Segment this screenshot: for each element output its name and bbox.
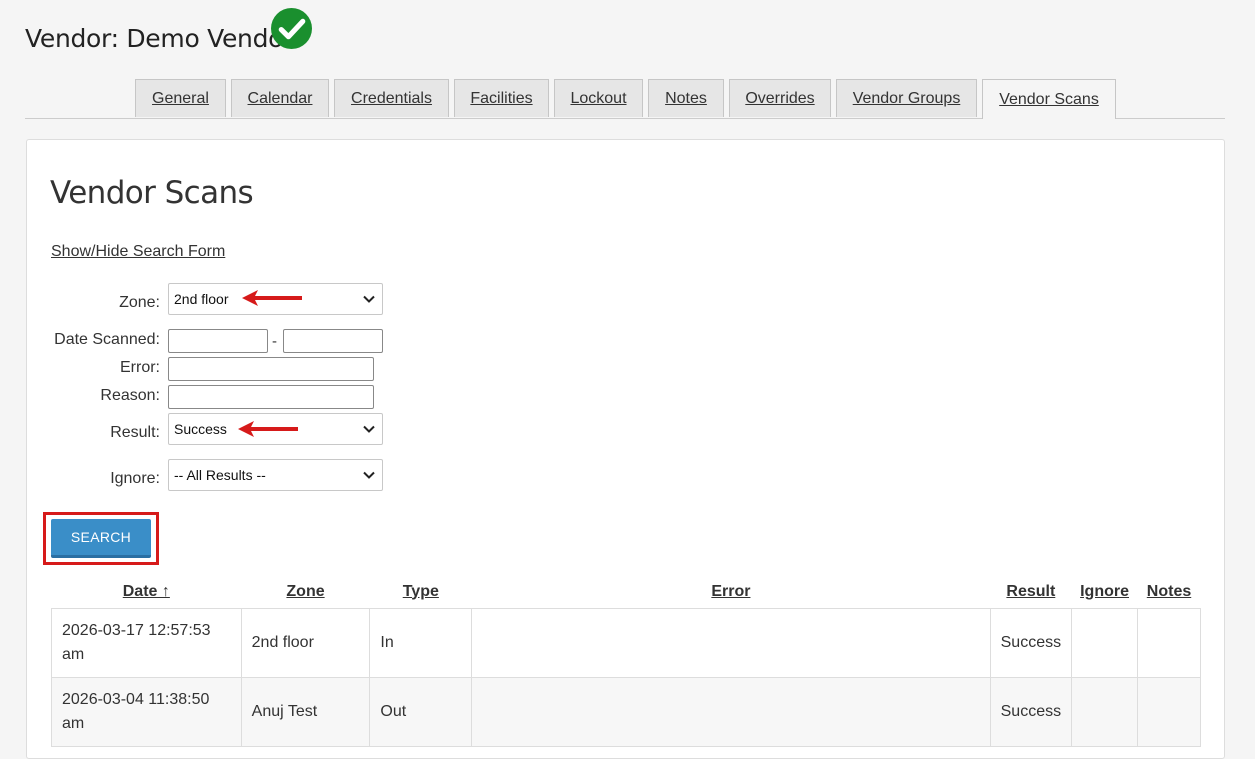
column-header-type[interactable]: Type xyxy=(370,575,472,609)
tab-credentials[interactable]: Credentials xyxy=(334,79,449,117)
chevron-down-icon xyxy=(363,425,375,433)
cell-date: 2026-03-04 11:38:50 am xyxy=(51,677,242,747)
column-header-date[interactable]: Date ↑ xyxy=(52,575,242,609)
zone-select-value: 2nd floor xyxy=(174,291,229,307)
cell-type: Out xyxy=(369,677,473,747)
tab-vendor-groups[interactable]: Vendor Groups xyxy=(836,79,977,117)
date-scanned-label: Date Scanned: xyxy=(54,331,160,348)
cell-zone: 2nd floor xyxy=(240,608,371,678)
cell-error xyxy=(471,608,991,678)
tab-notes[interactable]: Notes xyxy=(648,79,724,117)
result-label: Result: xyxy=(110,424,160,441)
red-arrow-annotation xyxy=(238,421,298,437)
ignore-select-value: -- All Results -- xyxy=(174,467,266,483)
cell-error xyxy=(471,677,991,747)
error-input[interactable] xyxy=(168,357,374,381)
reason-input[interactable] xyxy=(168,385,374,409)
tab-overrides[interactable]: Overrides xyxy=(729,79,831,117)
search-button[interactable]: SEARCH xyxy=(51,519,151,558)
tab-vendor-scans[interactable]: Vendor Scans xyxy=(982,79,1116,119)
ignore-label: Ignore: xyxy=(110,470,160,487)
table-row: 2026-03-04 11:38:50 am Anuj Test Out Suc… xyxy=(51,677,1201,747)
column-header-error[interactable]: Error xyxy=(472,575,990,609)
column-header-notes[interactable]: Notes xyxy=(1138,575,1201,609)
cell-ignore xyxy=(1071,677,1139,747)
cell-date: 2026-03-17 12:57:53 am xyxy=(51,608,242,678)
result-select-value: Success xyxy=(174,421,227,437)
section-title: Vendor Scans xyxy=(50,175,254,211)
cell-notes xyxy=(1137,677,1201,747)
chevron-down-icon xyxy=(363,471,375,479)
show-hide-search-form-link[interactable]: Show/Hide Search Form xyxy=(51,243,225,261)
column-header-zone[interactable]: Zone xyxy=(241,575,370,609)
cell-type: In xyxy=(369,608,473,678)
cell-zone: Anuj Test xyxy=(240,677,371,747)
column-header-result[interactable]: Result xyxy=(990,575,1071,609)
error-label: Error: xyxy=(120,359,160,376)
date-to-input[interactable] xyxy=(283,329,383,353)
ignore-select[interactable]: -- All Results -- xyxy=(168,459,383,491)
tab-calendar[interactable]: Calendar xyxy=(231,79,329,117)
cell-notes xyxy=(1137,608,1201,678)
date-from-input[interactable] xyxy=(168,329,268,353)
reason-label: Reason: xyxy=(100,387,160,404)
cell-result: Success xyxy=(989,608,1073,678)
tab-general[interactable]: General xyxy=(135,79,226,117)
table-header-row: Date ↑ Zone Type Error Result Ignore Not… xyxy=(52,575,1201,609)
cell-ignore xyxy=(1071,608,1139,678)
red-arrow-annotation xyxy=(242,290,302,306)
page-title: Vendor: Demo Vendor xyxy=(25,24,294,53)
tab-facilities[interactable]: Facilities xyxy=(454,79,549,117)
cell-result: Success xyxy=(989,677,1073,747)
results-table: Date ↑ Zone Type Error Result Ignore Not… xyxy=(51,575,1201,747)
date-range-separator: - xyxy=(272,333,277,350)
zone-label: Zone: xyxy=(119,294,160,311)
table-row: 2026-03-17 12:57:53 am 2nd floor In Succ… xyxy=(51,608,1201,678)
column-header-ignore[interactable]: Ignore xyxy=(1072,575,1138,609)
chevron-down-icon xyxy=(363,295,375,303)
check-circle-icon xyxy=(271,8,312,49)
tab-lockout[interactable]: Lockout xyxy=(554,79,643,117)
